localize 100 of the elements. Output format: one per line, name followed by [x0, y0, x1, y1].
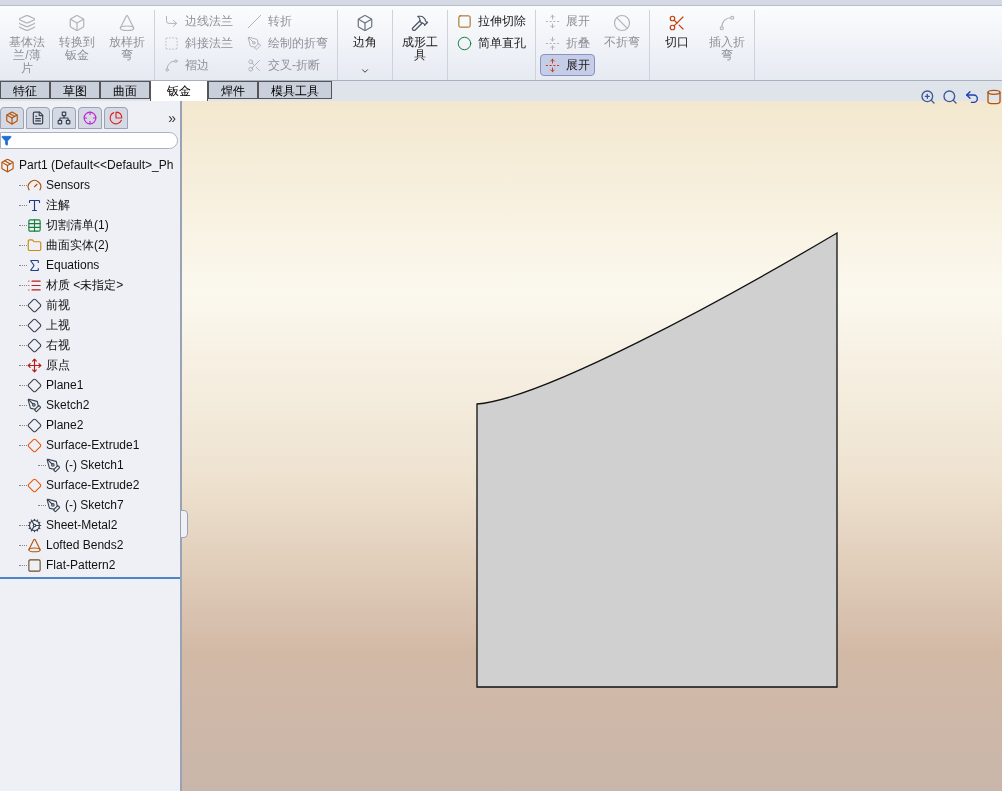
tree-item[interactable]: Equations	[46, 256, 100, 274]
tree-item[interactable]: 右视	[46, 336, 70, 354]
pie-chart-icon	[109, 111, 123, 125]
crosshair-icon	[83, 111, 97, 125]
fold-icon	[545, 35, 560, 51]
plane-icon	[27, 297, 42, 313]
tree-item[interactable]: 原点	[46, 356, 70, 374]
zoom-area-icon[interactable]	[942, 89, 958, 105]
corner-arrow-icon	[164, 13, 179, 29]
tree-item[interactable]: Lofted Bends2	[46, 536, 124, 554]
tree-item[interactable]: 曲面实体(2)	[46, 236, 109, 254]
tree-connector	[19, 364, 27, 366]
tree-item[interactable]: 前视	[46, 296, 70, 314]
command-tab[interactable]: 曲面	[100, 81, 150, 99]
command-tab[interactable]: 特征	[0, 81, 50, 99]
part-icon	[0, 157, 15, 173]
configuration-icon	[57, 111, 71, 125]
toolbar-button[interactable]: 简单直孔	[452, 32, 531, 54]
properties-icon	[31, 111, 45, 125]
tree-connector	[19, 564, 27, 566]
hammer-icon	[411, 14, 429, 32]
tree-connector	[38, 504, 46, 506]
panel-tab[interactable]	[52, 107, 76, 129]
panel-tab[interactable]	[0, 107, 24, 129]
scissors-icon	[247, 57, 262, 73]
tree-item[interactable]: 材质 <未指定>	[46, 276, 124, 294]
more-tabs-button[interactable]: »	[168, 107, 176, 129]
cone-icon	[27, 537, 42, 553]
panel-tab[interactable]	[78, 107, 102, 129]
slash-icon	[247, 13, 262, 29]
curve-icon	[718, 14, 736, 32]
tree-connector	[19, 304, 27, 306]
ban-icon	[613, 14, 631, 32]
cube-icon	[68, 14, 86, 32]
filter-icon	[1, 135, 12, 146]
tree-connector	[19, 484, 27, 486]
tree-item[interactable]: Plane1	[46, 376, 84, 394]
sketch-icon	[46, 497, 61, 513]
tree-connector	[19, 404, 27, 406]
table-icon	[27, 217, 42, 233]
panel-tab[interactable]	[104, 107, 128, 129]
zoom-fit-icon[interactable]	[920, 89, 936, 105]
toolbar-button[interactable]: 成形工具	[397, 10, 443, 80]
surface-icon	[27, 437, 42, 453]
tree-item[interactable]: 注解	[46, 196, 70, 214]
tree-item[interactable]: Flat-Pattern2	[46, 556, 116, 574]
gear-icon	[27, 517, 42, 533]
folder-icon	[27, 237, 42, 253]
sketch-icon	[27, 397, 42, 413]
tree-item[interactable]: (-) Sketch1	[65, 456, 124, 474]
cone-icon	[118, 14, 136, 32]
surface-icon	[27, 477, 42, 493]
tree-connector	[19, 444, 27, 446]
tree-connector	[19, 244, 27, 246]
toolbar-button[interactable]: 拉伸切除	[452, 10, 531, 32]
unfold-icon	[545, 57, 560, 73]
toolbar-button[interactable]: 切口	[654, 10, 700, 80]
previous-view-icon[interactable]	[964, 89, 980, 105]
tree-item[interactable]: Sketch2	[46, 396, 90, 414]
letter-icon	[27, 197, 42, 213]
unfold-icon	[545, 13, 560, 29]
toolbar-button[interactable]: 展开	[540, 54, 595, 76]
tree-item[interactable]: (-) Sketch7	[65, 496, 124, 514]
tree-item[interactable]: Sheet-Metal2	[46, 516, 118, 534]
tree-connector	[19, 384, 27, 386]
command-tab[interactable]: 焊件	[208, 81, 258, 99]
tree-connector	[19, 524, 27, 526]
panel-tab[interactable]	[26, 107, 50, 129]
gauge-icon	[27, 177, 42, 193]
parts-tree-icon	[5, 111, 19, 125]
tree-connector	[19, 224, 27, 226]
tree-item[interactable]: Sensors	[46, 176, 91, 194]
tree-connector	[19, 424, 27, 426]
layers-icon	[18, 14, 36, 32]
curve-icon	[164, 57, 179, 73]
command-tab[interactable]: 模具工具	[258, 81, 332, 99]
tree-item[interactable]: Surface-Extrude1	[46, 436, 140, 454]
tree-item[interactable]: Plane2	[46, 416, 84, 434]
plane-icon	[27, 417, 42, 433]
scissors-icon	[668, 14, 686, 32]
square-icon	[457, 13, 472, 29]
plane-icon	[27, 377, 42, 393]
tree-connector	[19, 204, 27, 206]
sketch-icon	[46, 457, 61, 473]
command-tab[interactable]: 草图	[50, 81, 100, 99]
command-tab[interactable]: 钣金	[150, 81, 208, 101]
plane-icon	[27, 317, 42, 333]
axes-icon	[27, 357, 42, 373]
tree-connector	[19, 264, 27, 266]
tree-item[interactable]: Part1 (Default<<Default>_Ph	[19, 156, 174, 174]
tree-item[interactable]: Surface-Extrude2	[46, 476, 140, 494]
toolbar-button[interactable]: 边角	[342, 10, 388, 80]
filter-field[interactable]	[0, 132, 178, 149]
tree-item[interactable]: 上视	[46, 316, 70, 334]
collapse-handle[interactable]	[180, 510, 188, 538]
dashed-square-icon	[164, 35, 179, 51]
section-view-icon[interactable]	[986, 89, 1002, 105]
sigma-icon	[27, 257, 42, 273]
tree-item[interactable]: 切割清单(1)	[46, 216, 109, 234]
flat-pattern-icon	[27, 557, 42, 573]
